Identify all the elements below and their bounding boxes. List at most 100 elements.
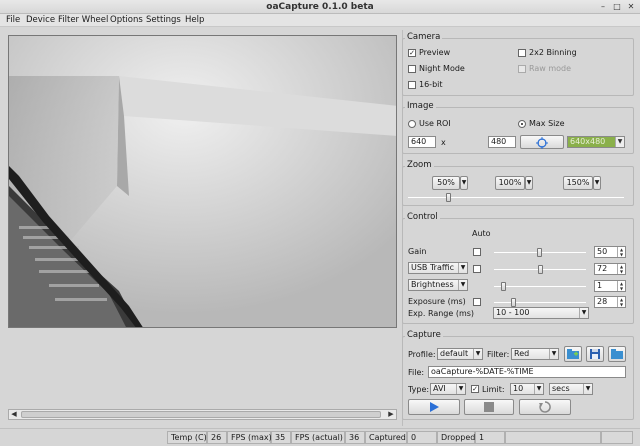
control-value: 1 xyxy=(597,281,603,290)
bit16-checkbox[interactable] xyxy=(408,81,416,89)
filter-value: Red xyxy=(514,349,530,358)
status-bar: Temp (C) 26 FPS (max) 35 FPS (actual) 36… xyxy=(0,428,640,446)
zoom-slider[interactable] xyxy=(408,197,624,198)
roi-width-input[interactable]: 640 xyxy=(408,136,436,148)
control-slider[interactable] xyxy=(494,302,586,303)
zoom-100-menu-icon[interactable]: ▼ xyxy=(525,176,533,190)
control-value-spinbox[interactable]: 1 ▲ ▼ xyxy=(594,280,626,292)
type-combo[interactable]: AVI ▼ xyxy=(430,383,466,395)
resolution-combo[interactable]: 640x480 ▼ xyxy=(567,136,625,148)
limit-checkbox[interactable]: ✓ xyxy=(471,385,479,393)
control-slider-handle[interactable] xyxy=(500,282,506,291)
type-value: AVI xyxy=(433,384,446,393)
roi-x-separator: x xyxy=(441,138,446,147)
night-mode-checkbox[interactable] xyxy=(408,65,416,73)
autorun-capture-button[interactable] xyxy=(519,399,571,415)
profile-combo[interactable]: default ▼ xyxy=(437,348,483,360)
roi-height-input[interactable]: 480 xyxy=(488,136,516,148)
filter-combo[interactable]: Red ▼ xyxy=(511,348,559,360)
dropped-label: Dropped xyxy=(437,431,475,444)
scroll-left-icon[interactable]: ◀ xyxy=(9,410,19,419)
menu-options[interactable]: Options xyxy=(110,15,143,25)
close-icon[interactable]: ✕ xyxy=(626,2,636,12)
dropped-value: 1 xyxy=(475,431,505,444)
preview-label: Preview xyxy=(419,48,451,57)
spin-arrows-icon[interactable]: ▲ ▼ xyxy=(617,247,625,257)
captured-value: 0 xyxy=(407,431,437,444)
preview-horizontal-scrollbar[interactable]: ◀ ▶ xyxy=(8,409,397,420)
scrollbar-thumb[interactable] xyxy=(21,411,381,418)
minimize-icon[interactable]: – xyxy=(598,2,608,12)
zoom-150-button[interactable]: 150% xyxy=(563,176,593,190)
exp-range-label: Exp. Range (ms) xyxy=(408,309,475,318)
menu-bar: File Device Filter Wheel Options Setting… xyxy=(0,14,640,27)
save-profile-button[interactable] xyxy=(586,346,604,362)
file-label: File: xyxy=(408,368,425,377)
limit-unit-combo[interactable]: secs ▼ xyxy=(549,383,593,395)
title-bar: oaCapture 0.1.0 beta – □ ✕ xyxy=(0,0,640,14)
use-roi-radio[interactable] xyxy=(408,120,416,128)
control-param-combo[interactable]: USB Traffic ▼ xyxy=(408,262,468,274)
menu-file[interactable]: File xyxy=(6,15,20,25)
fps-max-label: FPS (max) xyxy=(227,431,272,444)
limit-value: 10 xyxy=(513,384,524,393)
max-size-label: Max Size xyxy=(529,119,565,128)
maximize-icon[interactable]: □ xyxy=(612,2,622,12)
folder-icon xyxy=(611,349,623,359)
chevron-down-icon: ▼ xyxy=(549,349,558,359)
control-slider-handle[interactable] xyxy=(536,248,542,257)
menu-help[interactable]: Help xyxy=(185,15,204,25)
control-value-spinbox[interactable]: 50 ▲ ▼ xyxy=(594,246,626,258)
zoom-50-button[interactable]: 50% xyxy=(432,176,460,190)
fps-max-value: 35 xyxy=(271,431,291,444)
control-value: 28 xyxy=(597,297,608,306)
exp-range-combo[interactable]: 10 - 100 ▼ xyxy=(493,307,589,319)
new-folder-button[interactable] xyxy=(564,346,582,362)
control-param-combo[interactable]: Brightness ▼ xyxy=(408,279,468,291)
window-title: oaCapture 0.1.0 beta xyxy=(266,2,374,12)
control-param-label: USB Traffic xyxy=(411,263,454,272)
file-name-input[interactable]: oaCapture-%DATE-%TIME xyxy=(428,366,626,378)
camera-group-title: Camera xyxy=(405,32,443,42)
chevron-down-icon: ▼ xyxy=(458,263,467,273)
spin-arrows-icon[interactable]: ▲ ▼ xyxy=(617,297,625,307)
chevron-down-icon: ▼ xyxy=(579,308,588,318)
auto-column-label: Auto xyxy=(472,229,491,238)
stop-capture-button[interactable] xyxy=(464,399,514,415)
roi-select-button[interactable] xyxy=(520,135,564,149)
start-capture-button[interactable] xyxy=(408,399,460,415)
stop-icon xyxy=(484,402,494,412)
zoom-slider-handle[interactable] xyxy=(445,193,451,202)
scroll-right-icon[interactable]: ▶ xyxy=(386,410,396,419)
menu-settings[interactable]: Settings xyxy=(146,15,181,25)
max-size-radio[interactable] xyxy=(518,120,526,128)
control-slider-handle[interactable] xyxy=(538,265,544,274)
limit-unit: secs xyxy=(552,384,570,393)
camera-preview[interactable] xyxy=(8,35,397,328)
spin-arrows-icon[interactable]: ▲ ▼ xyxy=(617,281,625,291)
control-auto-checkbox[interactable] xyxy=(473,265,481,273)
menu-filter-wheel[interactable]: Filter Wheel xyxy=(58,15,108,25)
control-slider-handle[interactable] xyxy=(511,298,517,307)
chevron-down-icon: ▼ xyxy=(583,384,592,394)
zoom-100-button[interactable]: 100% xyxy=(495,176,525,190)
limit-value-combo[interactable]: 10 ▼ xyxy=(510,383,544,395)
preview-checkbox[interactable]: ✓ xyxy=(408,49,416,57)
control-slider[interactable] xyxy=(494,286,586,287)
type-label: Type: xyxy=(408,385,430,394)
zoom-50-menu-icon[interactable]: ▼ xyxy=(460,176,468,190)
menu-device[interactable]: Device xyxy=(26,15,55,25)
control-auto-checkbox[interactable] xyxy=(473,298,481,306)
chevron-down-icon: ▼ xyxy=(534,384,543,394)
control-value-spinbox[interactable]: 72 ▲ ▼ xyxy=(594,263,626,275)
control-auto-checkbox[interactable] xyxy=(473,248,481,256)
captured-label: Captured xyxy=(365,431,407,444)
zoom-150-menu-icon[interactable]: ▼ xyxy=(593,176,601,190)
control-value-spinbox[interactable]: 28 ▲ ▼ xyxy=(594,296,626,308)
temp-label: Temp (C) xyxy=(167,431,207,444)
chevron-down-icon: ▼ xyxy=(456,384,465,394)
spin-arrows-icon[interactable]: ▲ ▼ xyxy=(617,264,625,274)
binning-checkbox[interactable] xyxy=(518,49,526,57)
crosshair-icon xyxy=(536,137,548,149)
open-folder-button[interactable] xyxy=(608,346,626,362)
